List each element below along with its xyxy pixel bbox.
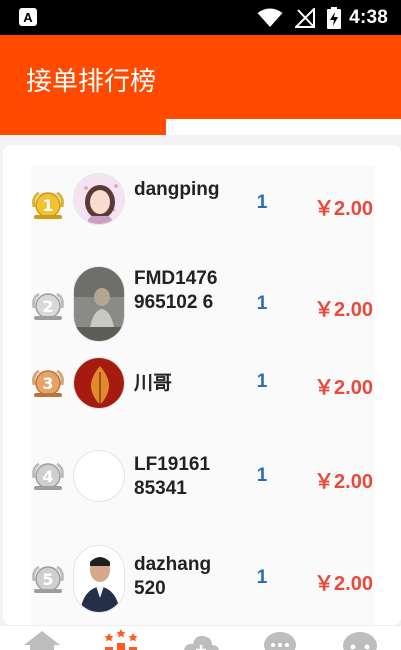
svg-text:3: 3 — [42, 374, 53, 393]
user-name: FMD1476965102 6 — [134, 268, 218, 313]
avatar — [73, 545, 125, 613]
notification-a-icon: A — [19, 8, 37, 26]
tab-strip — [0, 119, 401, 135]
wifi-icon — [257, 8, 283, 33]
user-name: dangping — [134, 179, 220, 200]
chat-icon[interactable] — [260, 629, 300, 650]
page-title: 接单排行榜 — [26, 67, 157, 97]
svg-text:2: 2 — [42, 297, 53, 316]
ranking-row[interactable]: 5 dazhang520 1 ￥2.00 — [3, 543, 401, 617]
order-count: 1 — [256, 192, 268, 213]
order-count: 1 — [256, 293, 268, 314]
silver-medal-icon: 2 — [32, 292, 64, 320]
ranking-card: 1 dangping 1 ￥2.00 2 FMD1476965102 6 1 ￥… — [3, 145, 401, 625]
avatar — [73, 173, 125, 225]
tab-indicator[interactable] — [0, 119, 166, 135]
bottom-nav — [0, 625, 401, 650]
order-count: 1 — [256, 567, 268, 588]
ranking-row[interactable]: 1 dangping 1 ￥2.00 — [3, 170, 401, 240]
order-amount: ￥2.00 — [314, 573, 373, 595]
avatar — [73, 266, 125, 342]
svg-text:A: A — [23, 10, 33, 25]
order-count: 1 — [256, 465, 268, 486]
bronze-medal-icon: 3 — [32, 369, 64, 397]
order-amount: ￥2.00 — [314, 377, 373, 399]
order-count: 1 — [256, 371, 268, 392]
user-name: 川哥 — [134, 372, 173, 394]
svg-text:4: 4 — [42, 467, 53, 486]
gold-medal-icon: 1 — [32, 191, 64, 219]
cloud-add-icon[interactable] — [181, 629, 221, 650]
message-icon[interactable] — [340, 629, 380, 650]
ranking-icon[interactable] — [101, 629, 141, 650]
rank-medal-icon: 4 — [32, 462, 64, 490]
status-bar: A 4:38 — [0, 0, 401, 35]
svg-text:5: 5 — [42, 570, 53, 589]
status-time: 4:38 — [349, 7, 388, 28]
ranking-row[interactable]: 4 LF1916185341 1 ￥2.00 — [3, 445, 401, 505]
order-amount: ￥2.00 — [314, 299, 373, 321]
avatar — [73, 357, 125, 409]
rank-medal-icon: 5 — [32, 565, 64, 593]
no-signal-icon — [293, 6, 315, 33]
user-name: LF1916185341 — [134, 454, 211, 499]
svg-text:1: 1 — [42, 196, 53, 215]
ranking-row[interactable]: 3 川哥 1 ￥2.00 — [3, 355, 401, 411]
battery-charging-icon — [327, 7, 341, 34]
app-header: 接单排行榜 — [0, 35, 401, 119]
home-icon[interactable] — [22, 629, 62, 650]
order-amount: ￥2.00 — [314, 471, 373, 493]
order-amount: ￥2.00 — [314, 198, 373, 220]
avatar — [73, 450, 125, 502]
user-name: dazhang520 — [134, 554, 212, 599]
ranking-row[interactable]: 2 FMD1476965102 6 1 ￥2.00 — [3, 263, 401, 343]
